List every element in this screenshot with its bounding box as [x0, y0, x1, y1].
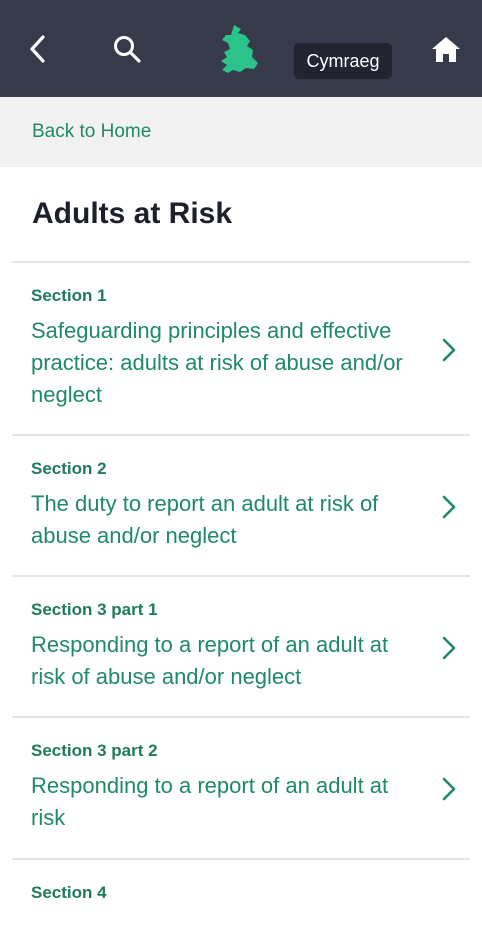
- page-title: Adults at Risk: [32, 197, 233, 230]
- section-label: Section 1: [31, 286, 107, 305]
- section-label: Section 2: [31, 459, 107, 478]
- section-list-item-1[interactable]: Section 1 Safeguarding principles and ef…: [12, 263, 470, 436]
- chevron-right-icon: [442, 777, 456, 801]
- section-list-item-5[interactable]: Section 4: [12, 860, 470, 940]
- section-title: Responding to a report of an adult at ri…: [31, 773, 389, 830]
- top-app-bar: Cymraeg: [0, 0, 482, 97]
- wales-map-logo: [212, 0, 264, 97]
- section-title: The duty to report an adult at risk of a…: [31, 491, 379, 548]
- back-button[interactable]: [22, 0, 54, 97]
- section-list: Section 1 Safeguarding principles and ef…: [12, 261, 470, 940]
- home-icon: [432, 36, 460, 62]
- chevron-right-icon: [442, 636, 456, 660]
- search-button[interactable]: [108, 0, 146, 97]
- home-button[interactable]: [428, 0, 464, 97]
- section-label: Section 3 part 1: [31, 600, 158, 619]
- section-list-item-3[interactable]: Section 3 part 1 Responding to a report …: [12, 577, 470, 718]
- section-list-item-2[interactable]: Section 2 The duty to report an adult at…: [12, 436, 470, 577]
- back-to-home-link[interactable]: Back to Home: [32, 121, 151, 143]
- section-list-item-4[interactable]: Section 3 part 2 Responding to a report …: [12, 718, 470, 860]
- section-label: Section 4: [31, 883, 107, 902]
- chevron-left-icon: [30, 34, 45, 63]
- chevron-right-icon: [442, 495, 456, 519]
- section-title: Responding to a report of an adult at ri…: [31, 632, 389, 689]
- language-label: Cymraeg: [306, 50, 380, 71]
- section-title: Safeguarding principles and effective pr…: [31, 318, 403, 407]
- section-label: Section 3 part 2: [31, 741, 158, 760]
- search-icon: [114, 35, 141, 63]
- wales-map-icon: [221, 24, 258, 73]
- language-toggle-button[interactable]: Cymraeg: [294, 43, 392, 79]
- chevron-right-icon: [442, 338, 456, 362]
- back-to-home-bar: Back to Home: [0, 97, 482, 167]
